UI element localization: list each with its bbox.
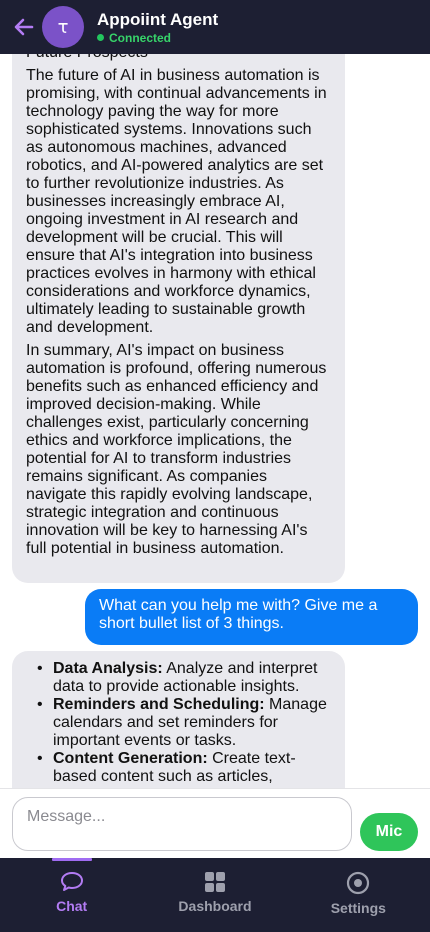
settings-circle-icon (347, 871, 370, 895)
status-dot-icon (97, 34, 104, 41)
bullet-list: Data Analysis: Analyze and interpret dat… (26, 660, 331, 786)
status-text: Connected (109, 30, 172, 45)
list-item: Content Generation: Create text-based co… (26, 750, 331, 786)
nav-label: Settings (330, 900, 386, 916)
list-item-title: Content Generation: (53, 750, 208, 767)
back-button[interactable] (10, 13, 38, 41)
mic-button[interactable]: Mic (360, 813, 418, 851)
nav-item-chat[interactable]: Chat (0, 858, 143, 932)
list-item: Reminders and Scheduling: Manage calenda… (26, 696, 331, 750)
app-header: τ Appoiint Agent Connected (0, 0, 430, 54)
message-heading: Future Prospects (26, 54, 331, 62)
user-message: What can you help me with? Give me a sho… (85, 589, 418, 645)
list-item-title: Reminders and Scheduling: (53, 696, 265, 713)
assistant-message: Data Analysis: Analyze and interpret dat… (12, 651, 345, 788)
active-tab-indicator (51, 858, 92, 861)
composer-bar: Mic (0, 788, 430, 858)
message-paragraph: The future of AI in business automation … (26, 67, 327, 336)
grid-icon (204, 872, 225, 892)
list-item-title: Data Analysis: (53, 660, 163, 677)
app-title: Appoiint Agent (97, 9, 219, 29)
bottom-nav: Chat Dashboard Settings (0, 858, 430, 932)
chat-thread[interactable]: Future Prospects The future of AI in bus… (0, 54, 430, 788)
nav-item-settings[interactable]: Settings (287, 858, 430, 932)
title-block: Appoiint Agent Connected (97, 10, 218, 45)
chat-bubble-icon (60, 872, 83, 891)
nav-label: Chat (56, 898, 88, 914)
connection-status: Connected (97, 31, 218, 45)
nav-label: Dashboard (178, 898, 252, 914)
message-paragraph: In summary, AI's impact on business auto… (26, 342, 327, 557)
avatar: τ (42, 6, 84, 48)
list-item: Data Analysis: Analyze and interpret dat… (26, 660, 331, 696)
message-input[interactable] (12, 797, 352, 851)
nav-item-dashboard[interactable]: Dashboard (143, 858, 286, 932)
arrow-left-icon (14, 18, 34, 36)
assistant-message: Future Prospects The future of AI in bus… (12, 54, 345, 583)
